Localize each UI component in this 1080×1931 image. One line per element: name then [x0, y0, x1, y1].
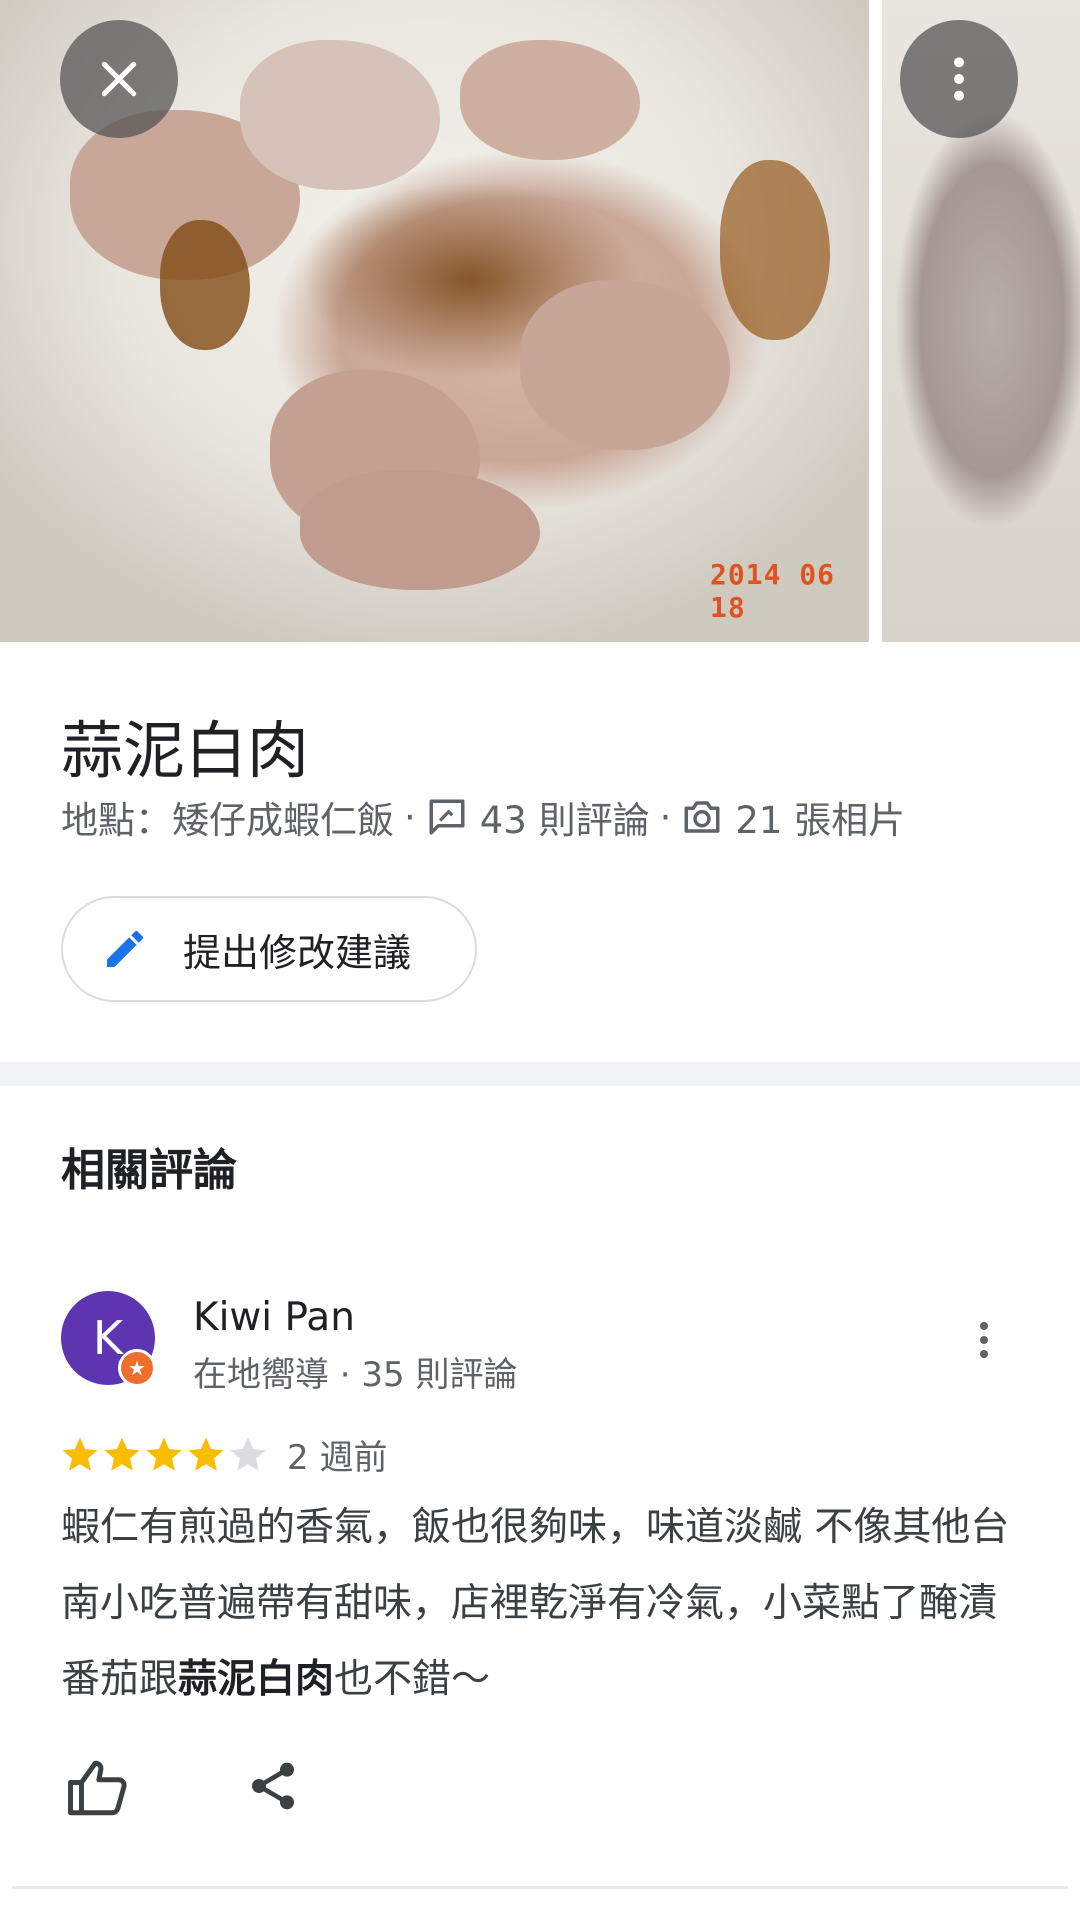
avatar-letter: K: [92, 1311, 124, 1365]
more-options-button[interactable]: [900, 20, 1018, 138]
star-filled-icon: [188, 1437, 224, 1471]
thumb-up-icon: [68, 1760, 127, 1816]
photos-count[interactable]: 21 張相片: [735, 790, 905, 844]
related-reviews-heading: 相關評論: [61, 1145, 237, 1196]
star-empty-icon: [230, 1437, 266, 1471]
separator-dot: ·: [404, 795, 416, 839]
share-icon: [252, 1762, 294, 1810]
dish-meta-row: 地點：矮仔成蝦仁飯 · 43 則評論 · 21 張相片: [61, 790, 905, 844]
photo-carousel[interactable]: 2014 06 18: [0, 0, 1080, 642]
close-icon: [101, 61, 137, 97]
review-text-highlight: 蒜泥白肉: [178, 1657, 335, 1702]
bottom-divider: [12, 1886, 1068, 1889]
star-filled-icon: [104, 1437, 140, 1471]
dish-title: 蒜泥白肉: [61, 714, 310, 787]
review-more-button[interactable]: [960, 1310, 1008, 1370]
close-button[interactable]: [60, 20, 178, 138]
suggest-edit-button[interactable]: 提出修改建議: [61, 896, 477, 1002]
photo-date-stamp: 2014 06 18: [710, 558, 836, 624]
reviewer-name[interactable]: Kiwi Pan: [193, 1295, 355, 1340]
star-rating: [59, 1434, 269, 1476]
star-filled-icon: [146, 1437, 182, 1471]
share-button[interactable]: [245, 1758, 305, 1818]
more-vert-icon: [954, 57, 964, 101]
local-guide-badge-icon: ★: [118, 1349, 156, 1387]
suggest-edit-label: 提出修改建議: [183, 930, 412, 975]
dish-location[interactable]: 地點：矮仔成蝦仁飯: [61, 790, 394, 844]
star-filled-icon: [62, 1437, 98, 1471]
pencil-icon: [107, 930, 144, 967]
review-icon: [429, 799, 465, 835]
like-button[interactable]: [65, 1755, 131, 1821]
review-text-after: 也不錯～: [334, 1657, 491, 1702]
camera-icon: [684, 801, 720, 833]
review-time: 2 週前: [287, 1438, 388, 1478]
section-divider: [0, 1062, 1080, 1086]
rating-row: 2 週前: [59, 1430, 387, 1479]
more-vert-icon: [979, 1321, 989, 1359]
reviews-count[interactable]: 43 則評論: [480, 790, 650, 844]
review-text[interactable]: 蝦仁有煎過的香氣，飯也很夠味，味道淡鹹 不像其他台南小吃普遍帶有甜味，店裡乾淨有…: [61, 1490, 1021, 1718]
reviewer-meta: 在地嚮導 · 35 則評論: [193, 1355, 518, 1395]
separator-dot: ·: [659, 795, 672, 839]
